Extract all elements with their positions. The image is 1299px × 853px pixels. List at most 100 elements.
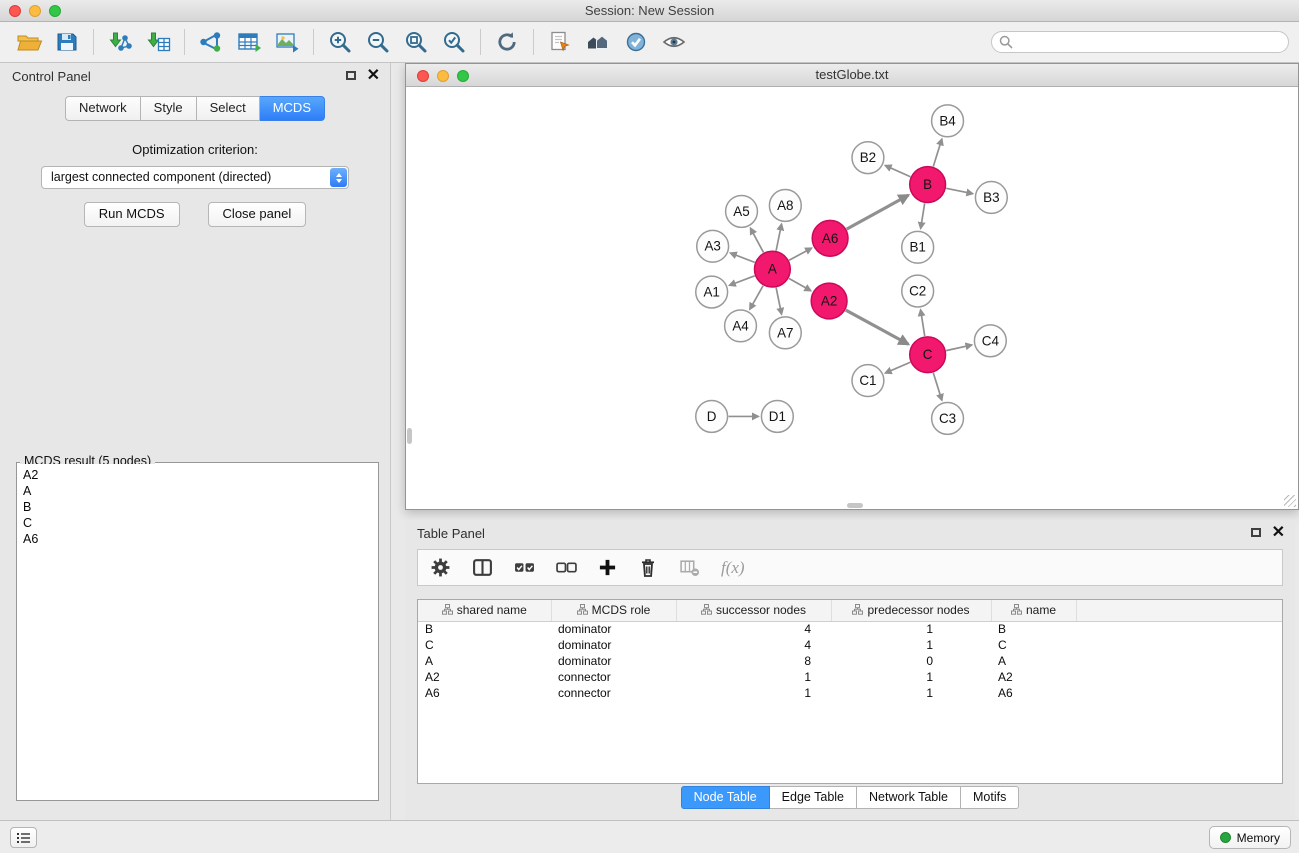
new-network-button[interactable] [192,26,230,58]
result-item[interactable]: C [23,515,372,531]
deselect-all-rows-button[interactable] [556,557,577,578]
edge-B-B1[interactable] [921,203,925,228]
node-A4[interactable]: A4 [725,310,757,342]
table-cell[interactable]: 1 [831,621,991,637]
close-panel-button[interactable]: Close panel [208,202,307,227]
zoom-in-button[interactable] [321,26,359,58]
table-cell[interactable]: 0 [831,653,991,669]
edge-A6-B[interactable] [847,195,909,229]
table-cell[interactable]: C [418,637,551,653]
table-cell[interactable]: A6 [418,685,551,701]
new-network-table-button[interactable] [230,26,268,58]
node-A6[interactable]: A6 [812,220,848,256]
network-minimize-button[interactable] [437,70,449,82]
column-header-predecessor-nodes[interactable]: predecessor nodes [831,600,991,621]
node-B[interactable]: B [910,167,946,203]
node-A8[interactable]: A8 [769,190,801,222]
table-cell[interactable]: A2 [418,669,551,685]
node-B3[interactable]: B3 [975,182,1007,214]
result-item[interactable]: A6 [23,531,372,547]
table-cell[interactable] [1076,685,1282,701]
filter-button[interactable] [617,26,655,58]
column-header-mcds-role[interactable]: MCDS role [551,600,676,621]
close-panel-icon[interactable]: ✕ [367,70,380,81]
search-input[interactable] [991,31,1289,53]
table-cell[interactable]: 1 [831,685,991,701]
edge-B-B3[interactable] [946,188,973,193]
edge-C-C4[interactable] [946,345,972,351]
node-C4[interactable]: C4 [974,325,1006,357]
network-horizontal-scrollbar[interactable] [847,503,863,508]
tab-network-table[interactable]: Network Table [857,786,961,809]
table-cell[interactable]: 4 [676,621,831,637]
result-item[interactable]: A2 [23,467,372,483]
select-all-rows-button[interactable] [514,557,535,578]
result-item[interactable]: A [23,483,372,499]
table-cell[interactable] [1076,653,1282,669]
node-A[interactable]: A [754,251,790,287]
task-history-button[interactable] [10,827,37,848]
add-column-button[interactable] [598,558,617,577]
node-B4[interactable]: B4 [932,105,964,137]
table-cell[interactable] [1076,621,1282,637]
maximize-window-button[interactable] [49,5,61,17]
zoom-fit-button[interactable] [397,26,435,58]
zoom-out-button[interactable] [359,26,397,58]
home-button[interactable] [579,26,617,58]
float-table-panel-icon[interactable] [1251,528,1261,537]
refresh-view-button[interactable] [488,26,526,58]
node-D1[interactable]: D1 [761,401,793,433]
mcds-result-list[interactable]: A2ABCA6 [18,464,377,799]
network-maximize-button[interactable] [457,70,469,82]
table-row[interactable]: A2connector11A2 [418,669,1282,685]
show-hide-button[interactable] [655,26,693,58]
function-builder-button[interactable]: f(x) [721,558,745,578]
edge-A-A5[interactable] [750,228,763,252]
tab-mcds[interactable]: MCDS [260,96,325,121]
node-B1[interactable]: B1 [902,231,934,263]
table-cell[interactable]: A2 [991,669,1076,685]
node-table-container[interactable]: shared nameMCDS rolesuccessor nodesprede… [417,599,1283,784]
edge-A-A2[interactable] [789,278,811,290]
optimization-criterion-select[interactable]: largest connected component (directed) [41,166,349,189]
table-cell[interactable]: connector [551,669,676,685]
table-cell[interactable]: A6 [991,685,1076,701]
network-close-button[interactable] [417,70,429,82]
edge-A-A8[interactable] [776,224,781,251]
edge-A-A6[interactable] [789,248,812,260]
node-C2[interactable]: C2 [902,275,934,307]
node-A2[interactable]: A2 [811,283,847,319]
table-cell[interactable]: C [991,637,1076,653]
table-cell[interactable] [1076,669,1282,685]
tab-motifs[interactable]: Motifs [961,786,1019,809]
edge-A-A7[interactable] [776,288,781,315]
network-graph[interactable]: B4B2BB3A8A5A6B1A3AC2A1A2A4A7C4CC1C3DD1 [407,88,1297,508]
node-D[interactable]: D [696,401,728,433]
result-item[interactable]: B [23,499,372,515]
node-C1[interactable]: C1 [852,365,884,397]
open-session-button[interactable] [10,26,48,58]
edge-C-C2[interactable] [921,310,925,336]
save-session-button[interactable] [48,26,86,58]
delete-column-button[interactable] [638,557,658,578]
float-panel-icon[interactable] [346,71,356,80]
edge-B-B2[interactable] [885,165,910,176]
import-network-button[interactable] [101,26,139,58]
network-vertical-scrollbar[interactable] [407,428,412,444]
edge-C-C3[interactable] [933,373,942,401]
node-A5[interactable]: A5 [726,195,758,227]
table-cell[interactable]: B [991,621,1076,637]
combobox-stepper-icon[interactable] [330,168,347,187]
run-mcds-button[interactable]: Run MCDS [84,202,180,227]
table-cell[interactable]: connector [551,685,676,701]
annotation-button[interactable] [541,26,579,58]
network-resize-grip[interactable] [1284,495,1296,507]
table-cell[interactable]: B [418,621,551,637]
table-cell[interactable]: 1 [831,637,991,653]
table-cell[interactable]: A [418,653,551,669]
node-A1[interactable]: A1 [696,276,728,308]
table-row[interactable]: Bdominator41B [418,621,1282,637]
tab-style[interactable]: Style [141,96,197,121]
node-C[interactable]: C [910,337,946,373]
table-cell[interactable]: 1 [676,669,831,685]
